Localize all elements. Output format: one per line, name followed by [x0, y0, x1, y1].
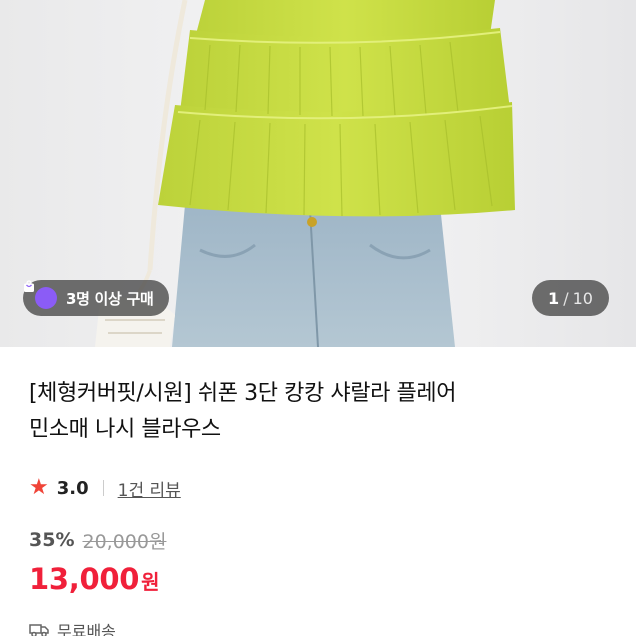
- shipping-row: 무료배송: [29, 618, 116, 636]
- pager-separator: /: [563, 288, 569, 308]
- pager-total: 10: [572, 288, 593, 308]
- product-image-carousel[interactable]: 3명 이상 구매 1 / 10: [0, 0, 636, 347]
- discount-row: 35% 20,000원: [29, 526, 166, 554]
- discount-rate: 35%: [29, 529, 75, 551]
- rating-score: 3.0: [56, 477, 89, 499]
- product-title-line1: [체형커버핏/시원] 쉬폰 3단 캉캉 샤랄라 플레어: [29, 381, 457, 406]
- image-pager: 1 / 10: [532, 280, 609, 316]
- star-icon: ★: [29, 475, 49, 500]
- sale-price-unit: 원: [141, 570, 160, 594]
- review-count-link[interactable]: 1건 리뷰: [118, 476, 181, 501]
- buyers-count-badge: 3명 이상 구매: [23, 280, 170, 316]
- sale-price-amount: 13,000: [29, 562, 140, 596]
- buyers-count-text: 3명 이상 구매: [66, 289, 154, 308]
- rating-row: ★ 3.0 1건 리뷰: [29, 474, 181, 502]
- pager-current: 1: [548, 288, 560, 308]
- truck-icon: [29, 622, 49, 636]
- product-title-line2: 민소매 나시 블라우스: [29, 417, 221, 442]
- shopping-bag-icon: [24, 280, 57, 309]
- product-title: [체형커버핏/시원] 쉬폰 3단 캉캉 샤랄라 플레어 민소매 나시 블라우스: [29, 376, 589, 448]
- sale-price: 13,000 원: [29, 562, 160, 598]
- rating-divider: [102, 480, 104, 496]
- shipping-text: 무료배송: [57, 622, 116, 636]
- original-price: 20,000원: [82, 530, 167, 553]
